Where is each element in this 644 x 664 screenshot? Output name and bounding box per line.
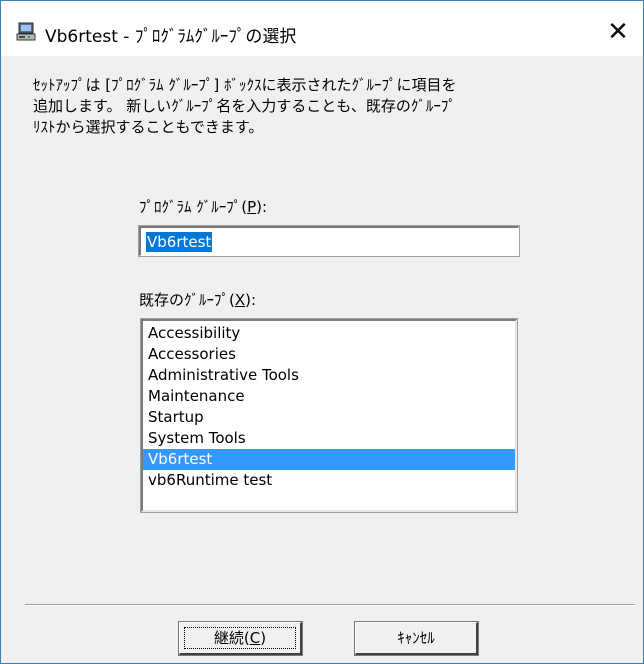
title-bar[interactable]: Vb6rtest - ﾌﾟﾛｸﾞﾗﾑｸﾞﾙｰﾌﾟの選択 ✕ — [1, 1, 643, 56]
existing-groups-label: 既存のｸﾞﾙｰﾌﾟ(X): — [139, 289, 256, 310]
list-item-accessories[interactable]: Accessories — [143, 344, 515, 365]
program-group-input[interactable]: Vb6rtest — [138, 225, 520, 257]
list-item-accessibility[interactable]: Accessibility — [143, 323, 515, 344]
instructions-text: ｾｯﾄｱｯﾌﾟは [ﾌﾟﾛｸﾞﾗﾑ ｸﾞﾙｰﾌﾟ] ﾎﾞｯｸｽに表示されたｸﾞﾙ… — [33, 76, 457, 136]
setup-dialog: Vb6rtest - ﾌﾟﾛｸﾞﾗﾑｸﾞﾙｰﾌﾟの選択 ✕ ｾｯﾄｱｯﾌﾟは [… — [0, 0, 644, 664]
focus-rectangle — [184, 627, 296, 649]
program-group-input-value[interactable]: Vb6rtest — [146, 232, 213, 252]
list-item-vb6runtime-test[interactable]: vb6Runtime test — [143, 470, 515, 491]
close-icon: ✕ — [607, 17, 629, 47]
existing-groups-accesskey: X — [234, 291, 246, 309]
list-item-startup[interactable]: Startup — [143, 407, 515, 428]
close-button[interactable]: ✕ — [595, 11, 641, 53]
program-group-label: ﾌﾟﾛｸﾞﾗﾑ ｸﾞﾙｰﾌﾟ(P): — [139, 196, 267, 217]
program-group-accesskey: P — [247, 198, 257, 216]
list-item-maintenance[interactable]: Maintenance — [143, 386, 515, 407]
existing-groups-label-suffix: ): — [245, 291, 257, 309]
list-item-vb6rtest[interactable]: Vb6rtest — [143, 449, 515, 470]
existing-groups-list[interactable]: Accessibility Accessories Administrative… — [140, 318, 518, 513]
setup-computer-icon — [16, 22, 36, 41]
program-group-label-suffix: ): — [256, 198, 268, 216]
list-item-system-tools[interactable]: System Tools — [143, 428, 515, 449]
cancel-label: ｷｬﾝｾﾙ — [397, 629, 435, 647]
window-title: Vb6rtest - ﾌﾟﾛｸﾞﾗﾑｸﾞﾙｰﾌﾟの選択 — [45, 27, 297, 47]
separator-line — [25, 604, 635, 606]
list-item-administrative-tools[interactable]: Administrative Tools — [143, 365, 515, 386]
program-group-label-prefix: ﾌﾟﾛｸﾞﾗﾑ ｸﾞﾙｰﾌﾟ( — [139, 198, 248, 216]
cancel-button[interactable]: ｷｬﾝｾﾙ — [354, 621, 479, 656]
existing-groups-label-prefix: 既存のｸﾞﾙｰﾌﾟ( — [139, 291, 235, 309]
continue-button[interactable]: 継続(C) — [178, 621, 303, 656]
